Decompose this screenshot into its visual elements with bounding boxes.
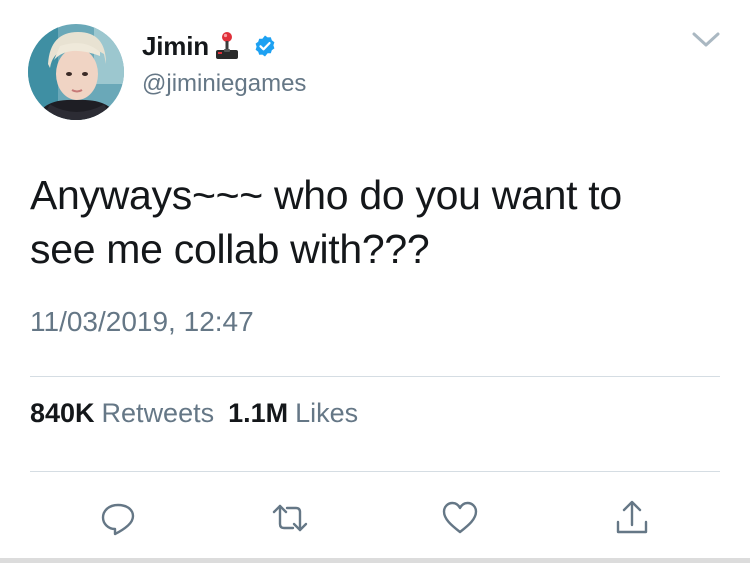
chevron-down-icon[interactable] xyxy=(690,28,722,50)
likes-label: Likes xyxy=(295,398,359,428)
author-handle[interactable]: @jiminiegames xyxy=(142,70,306,98)
divider-top xyxy=(30,376,720,377)
retweets-count: 840K xyxy=(30,398,95,428)
retweets-stat[interactable]: 840K Retweets xyxy=(30,398,214,429)
likes-count: 1.1M xyxy=(228,398,289,428)
divider-bottom xyxy=(30,471,720,472)
bottom-edge xyxy=(0,558,750,563)
likes-stat[interactable]: 1.1M Likes xyxy=(228,398,358,429)
share-icon[interactable] xyxy=(612,498,652,538)
reply-icon[interactable] xyxy=(98,498,138,538)
tweet-timestamp[interactable]: 11/03/2019, 12:47 xyxy=(30,306,254,338)
author-name-row[interactable]: Jimin xyxy=(142,28,277,64)
joystick-icon xyxy=(215,32,238,59)
like-icon[interactable] xyxy=(440,498,480,538)
profile-photo xyxy=(28,24,124,120)
retweet-icon[interactable] xyxy=(270,498,310,538)
retweets-label: Retweets xyxy=(101,398,215,428)
verified-badge-icon xyxy=(255,35,275,57)
avatar[interactable] xyxy=(28,24,124,120)
display-name[interactable]: Jimin xyxy=(142,31,209,62)
tweet-stats: 840K Retweets 1.1M Likes xyxy=(30,398,358,429)
tweet-text: Anyways~~~ who do you want to see me col… xyxy=(30,172,622,272)
